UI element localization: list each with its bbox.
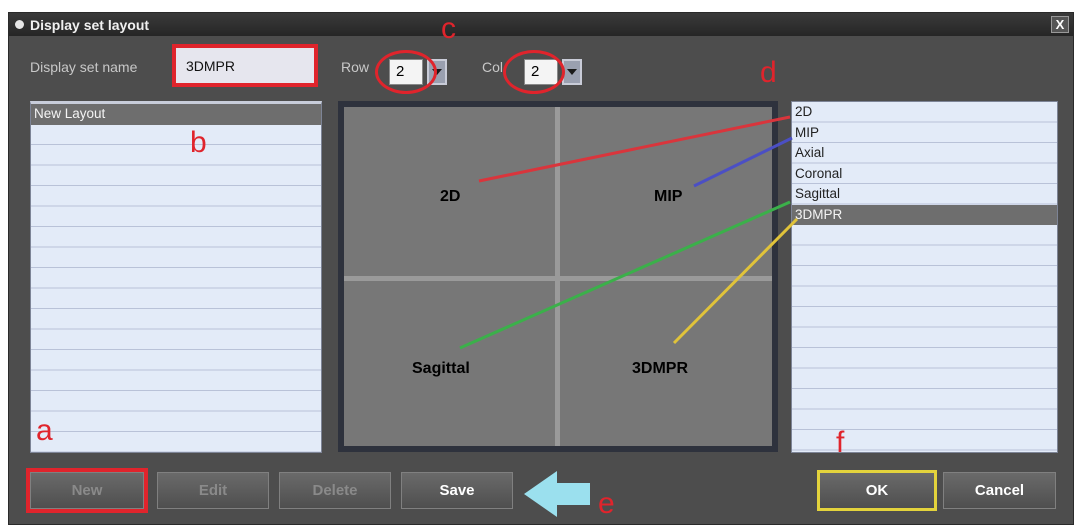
cell-label-bottom-left: Sagittal — [412, 360, 470, 377]
new-button[interactable]: New — [26, 468, 148, 513]
row-label: Row — [341, 59, 370, 75]
display-set-name-label: Display set name — [30, 59, 138, 75]
annotation-b: b — [190, 126, 207, 159]
annotation-a: a — [36, 414, 53, 447]
cell-label-top-right: MIP — [654, 188, 683, 205]
save-button[interactable]: Save — [401, 472, 513, 509]
layout-list[interactable]: New Layout — [30, 101, 322, 453]
annotation-f: f — [836, 426, 845, 459]
window-title: Display set layout — [30, 16, 150, 33]
bullet-icon — [15, 20, 24, 29]
annotation-c: c — [441, 12, 456, 45]
view-type-item[interactable]: Coronal — [792, 164, 1057, 185]
cell-label-bottom-right: 3DMPR — [632, 360, 689, 377]
layout-list-item[interactable]: New Layout — [31, 104, 321, 125]
grid-divider-horizontal — [344, 276, 772, 281]
close-button[interactable]: X — [1051, 16, 1069, 33]
col-highlight-circle — [503, 50, 565, 94]
annotation-d: d — [760, 56, 777, 89]
view-type-item[interactable]: Axial — [792, 143, 1057, 164]
view-type-item[interactable]: 2D — [792, 102, 1057, 123]
delete-button[interactable]: Delete — [279, 472, 391, 509]
layout-preview: 2D MIP Sagittal 3DMPR — [338, 101, 778, 452]
view-type-list[interactable]: 2D MIP Axial Coronal Sagittal 3DMPR — [791, 101, 1058, 453]
view-type-item[interactable]: Sagittal — [792, 184, 1057, 205]
display-set-name-input[interactable]: 3DMPR — [172, 44, 318, 87]
view-type-item[interactable]: MIP — [792, 123, 1057, 144]
edit-button[interactable]: Edit — [157, 472, 269, 509]
row-highlight-circle — [375, 50, 437, 94]
cell-label-top-left: 2D — [440, 188, 461, 205]
annotation-e: e — [598, 487, 615, 520]
dropdown-arrow-icon[interactable] — [562, 59, 582, 85]
view-type-item-selected[interactable]: 3DMPR — [792, 204, 1057, 225]
ok-button[interactable]: OK — [817, 470, 937, 511]
col-label: Col — [482, 59, 504, 75]
cancel-button[interactable]: Cancel — [943, 472, 1056, 509]
title-bar[interactable]: Display set layout X — [9, 13, 1073, 36]
